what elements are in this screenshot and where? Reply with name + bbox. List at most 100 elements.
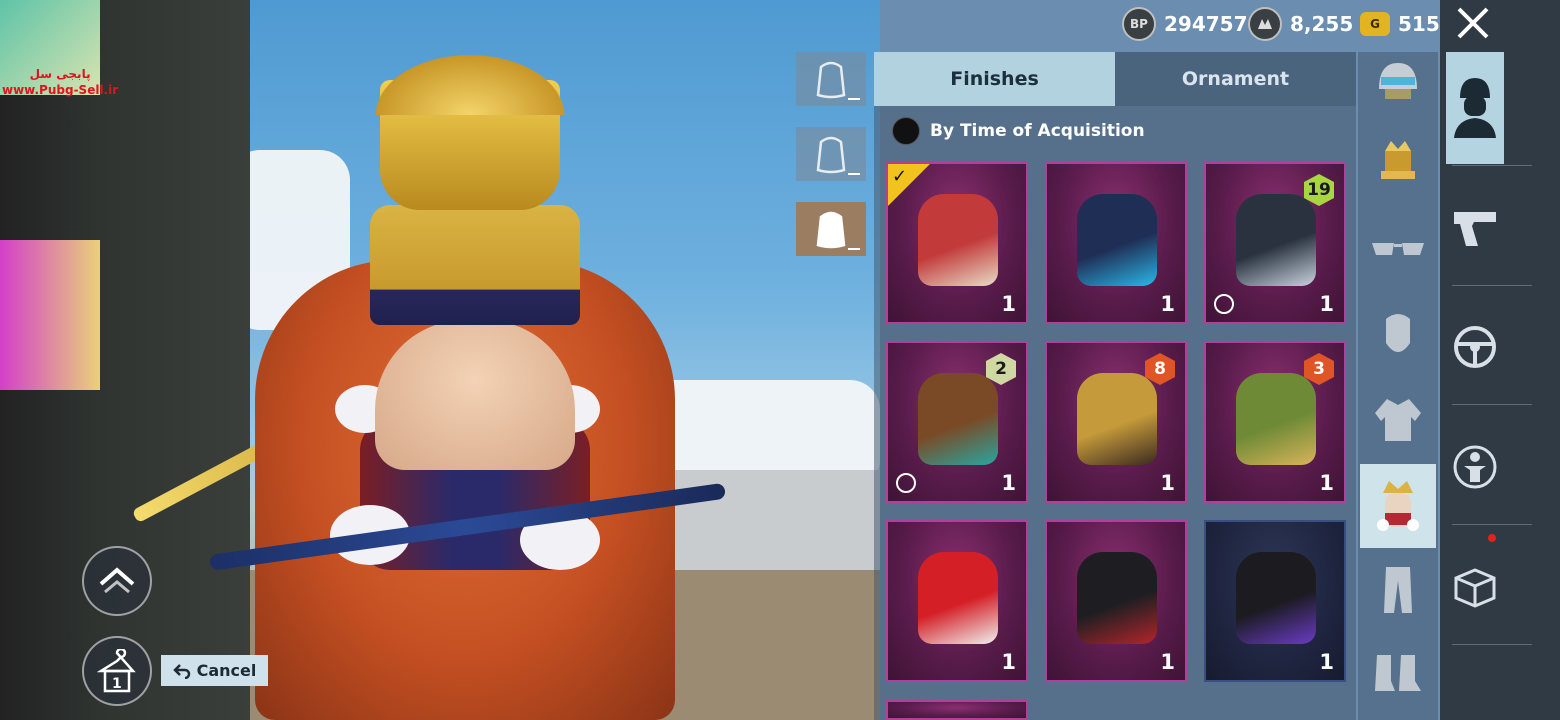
item-quantity: 1 xyxy=(1319,471,1334,495)
crown-hat-icon xyxy=(1381,141,1415,179)
backpack-slot-1[interactable] xyxy=(796,52,866,106)
category-glasses[interactable] xyxy=(1360,208,1436,292)
download-icon xyxy=(896,473,916,493)
sort-label: By Time of Acquisition xyxy=(930,121,1145,141)
item-quantity: 1 xyxy=(1160,471,1175,495)
category-backpack[interactable] xyxy=(1360,464,1436,548)
close-button[interactable] xyxy=(1455,5,1491,41)
helmet-icon xyxy=(1379,63,1417,99)
notification-dot xyxy=(1488,534,1496,542)
slot-indicator xyxy=(848,98,860,100)
watermark-line1: پابجی سل xyxy=(29,67,91,81)
category-hat[interactable] xyxy=(1360,122,1436,206)
helmet-leaves xyxy=(360,45,580,115)
character-outfit-icon xyxy=(1454,78,1496,138)
pants-icon xyxy=(1384,567,1412,613)
uc-currency[interactable]: G 515 xyxy=(1360,6,1440,42)
camera-up-button[interactable] xyxy=(82,546,152,616)
watermark: پابجی سل www.Pubg-Sell.ir xyxy=(2,66,118,98)
item-card-dark-horned-backpack[interactable]: 19 1 xyxy=(1204,162,1346,324)
silver-fragment-icon xyxy=(1248,7,1282,41)
cancel-label: Cancel xyxy=(196,661,257,680)
backpack-slot-2[interactable] xyxy=(796,127,866,181)
bp-value: 294757 xyxy=(1164,12,1248,36)
category-top[interactable] xyxy=(1360,378,1436,462)
nutcracker-backpack-icon xyxy=(1377,481,1419,531)
face-icon xyxy=(1386,314,1410,352)
pistol-icon xyxy=(1454,212,1496,246)
tab-finishes[interactable]: Finishes xyxy=(874,52,1115,106)
bp-icon: BP xyxy=(1122,7,1156,41)
item-quantity: 1 xyxy=(1001,471,1016,495)
jacket-icon xyxy=(1375,399,1421,441)
item-card-blue-tech-backpack[interactable]: 1 xyxy=(1045,162,1187,324)
category-shoes[interactable] xyxy=(1360,632,1436,716)
download-icon xyxy=(1214,294,1234,314)
item-card-nutcracker-backpack[interactable]: ✓ 1 xyxy=(886,162,1028,324)
backpack-icon xyxy=(816,61,846,99)
item-card-partial[interactable] xyxy=(886,700,1028,720)
nav-emotes[interactable] xyxy=(1446,412,1504,522)
backpack-image xyxy=(1236,552,1316,644)
close-icon xyxy=(1457,7,1489,39)
backpack-image xyxy=(918,373,998,465)
category-helmet[interactable] xyxy=(1360,40,1436,124)
item-card-liverpool-backpack[interactable]: 1 xyxy=(886,520,1028,682)
chevron-up-icon xyxy=(99,567,135,594)
nutcracker-crown xyxy=(370,205,580,325)
silver-currency[interactable]: 8,255 xyxy=(1248,6,1353,42)
item-card-jungle-backpack[interactable]: 31 xyxy=(1204,341,1346,503)
checkmark-icon: ✓ xyxy=(892,166,908,187)
item-quantity: 1 xyxy=(1319,650,1334,674)
backpack-image xyxy=(1236,373,1316,465)
nav-divider xyxy=(1452,524,1532,525)
cancel-button[interactable]: Cancel xyxy=(161,655,268,686)
bp-currency[interactable]: BP 294757 xyxy=(1122,6,1248,42)
wall-paint xyxy=(0,240,100,390)
inventory-tabs: Finishes Ornament xyxy=(874,52,1356,106)
backpack-slot-3[interactable] xyxy=(796,202,866,256)
item-card-aztec-backpack[interactable]: 21 xyxy=(886,341,1028,503)
item-card-golden-tribal-backpack[interactable]: 81 xyxy=(1045,341,1187,503)
backpack-image xyxy=(1077,552,1157,644)
backpack-image xyxy=(918,552,998,644)
item-quantity: 1 xyxy=(1001,650,1016,674)
item-quantity: 1 xyxy=(1319,292,1334,316)
nav-divider xyxy=(1452,404,1532,405)
sort-toggle[interactable]: By Time of Acquisition xyxy=(892,117,1145,145)
item-quantity: 1 xyxy=(1001,292,1016,316)
backpack-icon xyxy=(816,211,846,249)
item-quantity: 1 xyxy=(1160,650,1175,674)
glasses-icon xyxy=(1372,243,1424,255)
backpack-icon xyxy=(816,136,846,174)
category-face[interactable] xyxy=(1360,294,1436,378)
backpack-image xyxy=(1236,194,1316,286)
wardrobe-count: 1 xyxy=(112,676,122,692)
uc-icon: G xyxy=(1360,12,1390,36)
steering-wheel-icon xyxy=(1454,326,1496,368)
nav-weapons[interactable] xyxy=(1446,172,1504,282)
nav-divider xyxy=(1452,644,1532,645)
slot-indicator xyxy=(848,173,860,175)
nav-divider xyxy=(1452,285,1532,286)
slot-indicator xyxy=(848,248,860,250)
nav-divider xyxy=(1452,165,1532,166)
nav-outfit[interactable] xyxy=(1446,52,1504,164)
wardrobe-button[interactable]: 1 xyxy=(82,636,152,706)
nav-vehicles[interactable] xyxy=(1446,292,1504,402)
emote-icon xyxy=(1453,445,1497,489)
tab-ornament[interactable]: Ornament xyxy=(1115,52,1356,106)
item-card-black-purple-backpack[interactable]: 1 xyxy=(1204,520,1346,682)
item-quantity: 1 xyxy=(1160,292,1175,316)
backpack-image xyxy=(1077,194,1157,286)
backpack-image xyxy=(918,194,998,286)
nav-crates[interactable] xyxy=(1446,532,1504,642)
sort-radio[interactable] xyxy=(892,117,920,145)
undo-icon xyxy=(172,663,190,679)
category-pants[interactable] xyxy=(1360,548,1436,632)
uc-value: 515 xyxy=(1398,12,1440,36)
backpack-image xyxy=(1077,373,1157,465)
boots-icon xyxy=(1375,655,1421,691)
silver-value: 8,255 xyxy=(1290,12,1354,36)
item-card-dark-red-backpack[interactable]: 1 xyxy=(1045,520,1187,682)
